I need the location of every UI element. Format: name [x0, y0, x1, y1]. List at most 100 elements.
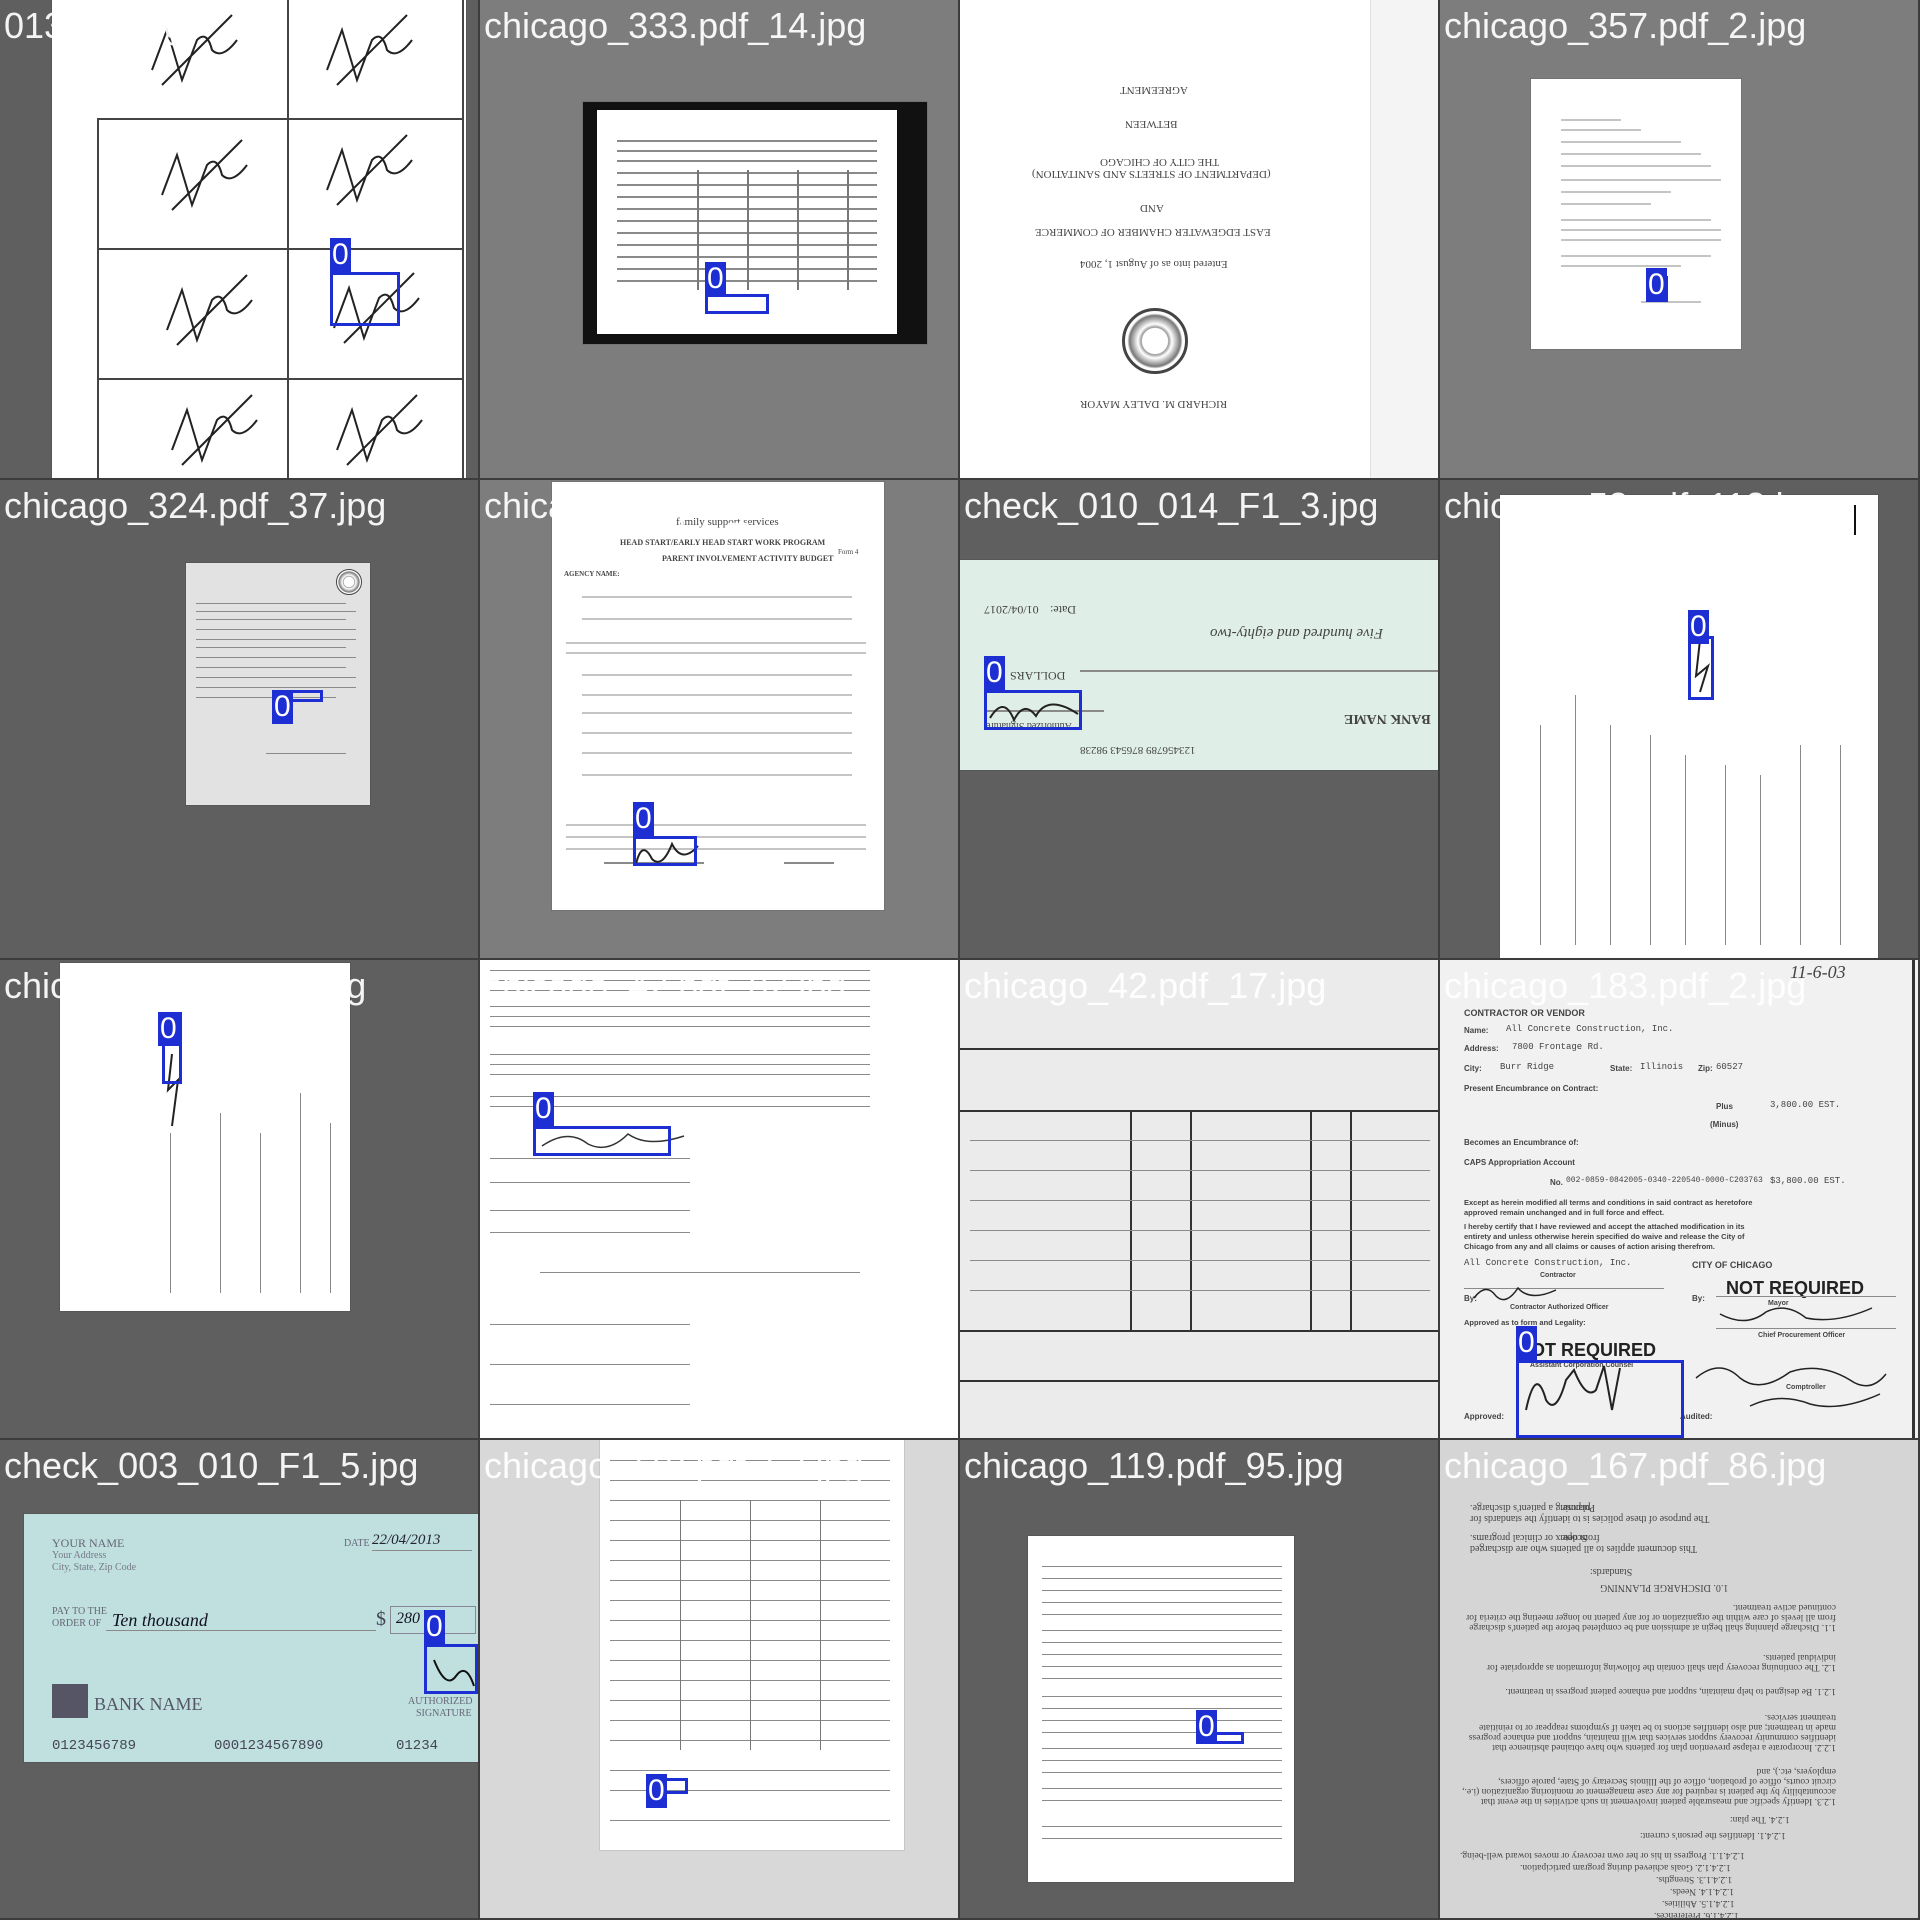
bank-icon — [52, 1684, 88, 1718]
detection-class-label: 0 — [424, 1610, 445, 1644]
image-grid: 013_F1.jpg 0 chicago_333.pdf_14.jpg 0 AG… — [0, 0, 1920, 1920]
agreement-cover-page: AGREEMENT BETWEEN THE CITY OF CHICAGO (D… — [960, 0, 1370, 478]
tile-chicago-42-pdf-2[interactable]: AGREEMENT BETWEEN THE CITY OF CHICAGO (D… — [960, 0, 1438, 478]
detection-box[interactable] — [424, 1644, 478, 1694]
detection-class-label: 0 — [1688, 610, 1709, 644]
paragraph-1-2-1: 1.2.1. Be designed to help maintain, sup… — [1505, 1686, 1836, 1696]
order-of-label: ORDER OF — [52, 1618, 102, 1629]
by-label-2: By: — [1692, 1294, 1705, 1303]
section-heading: 1.0. DISCHARGE PLANNING — [1600, 1582, 1729, 1593]
except-text-2: approved remain unchanged and in full fo… — [1464, 1208, 1665, 1217]
contractor-caption: Contractor — [1540, 1272, 1576, 1279]
purpose-text: The purpose of these policies is to iden… — [1470, 1502, 1710, 1524]
detection-box[interactable] — [984, 690, 1082, 730]
budget-form-page: family support services HEAD START/EARLY… — [552, 482, 884, 910]
tile-chicago-119-pdf-52[interactable]: chicago_119.pdf_52.jpg 0 — [480, 1440, 958, 1918]
paragraph-1-2-4-1-2: 1.2.4.1.2. Goals achieved during program… — [1520, 1862, 1731, 1872]
detection-box[interactable] — [330, 272, 400, 326]
not-required-stamp-2: NOT REQUIRED — [1518, 1340, 1657, 1360]
city-seal — [1122, 308, 1188, 374]
bank-check: Date: 01/04/2017 Five hundred and eighty… — [960, 560, 1438, 770]
check-dollars-label: DOLLARS — [1010, 669, 1066, 683]
detection-box[interactable] — [533, 1126, 671, 1156]
tile-filename: chicago_324.pdf_37.jpg — [4, 485, 387, 526]
contractor-city: Burr Ridge — [1500, 1062, 1555, 1072]
tile-check-010-014-f1-3[interactable]: Date: 01/04/2017 Five hundred and eighty… — [960, 480, 1438, 958]
detection-box[interactable] — [705, 294, 769, 314]
payer-name: YOUR NAME — [52, 1536, 125, 1550]
tile-chicago-333-pdf-14[interactable]: chicago_333.pdf_14.jpg 0 — [480, 0, 958, 478]
payee-written: Ten thousand — [112, 1610, 208, 1630]
paragraph-1-2-2: 1.2.2. Incorporate a relapse prevention … — [1468, 1712, 1836, 1752]
agency-label: AGENCY NAME: — [564, 570, 620, 578]
org-logo: family support services — [676, 516, 779, 528]
tile-check-003-010-f1-5[interactable]: YOUR NAME Your Address City, State, Zip … — [0, 1440, 478, 1918]
check-date-label: Date: — [1050, 603, 1076, 617]
tile-013-f1[interactable]: 013_F1.jpg 0 — [0, 0, 478, 478]
scope-text: This document applies to all patients wh… — [1470, 1532, 1697, 1554]
caps-label: CAPS Appropriation Account — [1464, 1158, 1575, 1167]
paragraph-1-2-4-1-5: 1.2.4.1.5. Abilities. — [1662, 1898, 1735, 1908]
rotated-insurance-certificate — [960, 960, 1438, 1438]
minus-label: (Minus) — [1710, 1120, 1739, 1129]
signature-scribble — [151, 14, 238, 86]
paragraph-1-2-4-1-1: 1.2.4.1.1. Progress in his or her own re… — [1460, 1850, 1745, 1860]
certify-text: I hereby certify that I have reviewed an… — [1464, 1222, 1745, 1231]
letter-page — [186, 563, 370, 805]
rotated-policy-page: Purpose: The purpose of these policies i… — [1440, 1440, 1918, 1918]
detection-class-label: 0 — [633, 802, 654, 836]
tile-chicago-52-pdf-136[interactable]: family support services HEAD START/EARLY… — [480, 480, 958, 958]
rotated-form-page — [1028, 1536, 1294, 1882]
signature-sheet — [52, 0, 466, 478]
detection-class-label: 0 — [330, 238, 351, 272]
tile-chicago-52-pdf-113[interactable]: chicago_52.pdf_113.jpg 0 — [1440, 480, 1918, 958]
signature-scribble — [326, 134, 413, 206]
tile-chicago-42-pdf-17[interactable]: chicago_42.pdf_17.jpg — [960, 960, 1438, 1438]
agreement-and: AND — [1140, 202, 1164, 214]
detection-box[interactable] — [1516, 1360, 1684, 1438]
present-encumbrance-label: Present Encumbrance on Contract: — [1464, 1084, 1599, 1093]
city-label: City: — [1464, 1064, 1482, 1073]
contractor-name: All Concrete Construction, Inc. — [1506, 1024, 1674, 1034]
form-subtitle: PARENT INVOLVEMENT ACTIVITY BUDGET — [662, 554, 834, 563]
rotated-form-page — [1500, 495, 1878, 958]
certify-text-3: Chicago from any and all claims or cause… — [1464, 1242, 1715, 1251]
account-amount: $3,800.00 EST. — [1770, 1176, 1846, 1186]
certify-text-2: entirety and unless otherwise herein spe… — [1464, 1232, 1745, 1241]
detection-class-label: 0 — [646, 1774, 667, 1808]
detection-box[interactable] — [633, 836, 697, 866]
detection-box[interactable] — [1688, 636, 1714, 700]
tile-chicago-183-pdf-2[interactable]: 11-6-03 CONTRACTOR OR VENDOR Name: All C… — [1440, 960, 1918, 1438]
check-amount-words: Five hundred and eighty-two — [1210, 625, 1384, 641]
tile-chicago-119-pdf-95[interactable]: chicago_119.pdf_95.jpg 0 — [960, 1440, 1438, 1918]
cpo-caption: Chief Procurement Officer — [1758, 1332, 1846, 1339]
paragraph-1-1: 1.1. Discharge planning shall begin at a… — [1466, 1602, 1836, 1632]
tile-chicago-324-pdf-37[interactable]: chicago_324.pdf_37.jpg 0 — [0, 480, 478, 958]
contractor-state: Illinois — [1640, 1062, 1684, 1072]
signature-scribble — [171, 394, 258, 466]
approved-label: Approved: — [1464, 1412, 1504, 1421]
micr-check-number: 01234 — [396, 1738, 439, 1754]
form-number: Form 4 — [838, 548, 859, 556]
check-date-label: DATE — [344, 1538, 370, 1549]
check-micr: 123456789 876543 98238 — [1080, 744, 1196, 756]
tile-filename: chicago_333.pdf_14.jpg — [484, 5, 867, 46]
tile-chicago-52-pdf-86[interactable]: chicago_52.pdf_86.jpg 0 — [0, 960, 478, 1438]
contractor-zip: 60527 — [1716, 1062, 1744, 1072]
signature-scribble — [336, 394, 423, 466]
agreement-mayor: RICHARD M. DALEY MAYOR — [1080, 398, 1228, 410]
detection-class-label: 0 — [984, 656, 1005, 690]
detection-class-label: 0 — [158, 1012, 179, 1046]
zip-label: Zip: — [1698, 1064, 1713, 1073]
detection-class-label: 0 — [1196, 1710, 1217, 1744]
contractor-address: 7800 Frontage Rd. — [1512, 1042, 1604, 1052]
check-date: 01/04/2017 — [984, 603, 1039, 617]
tile-chicago-42-pdf-82[interactable]: chicago_42.pdf_82.jpg 0 — [480, 960, 958, 1438]
tile-chicago-167-pdf-86[interactable]: Purpose: The purpose of these policies i… — [1440, 1440, 1918, 1918]
tile-filename: chicago_119.pdf_95.jpg — [964, 1445, 1344, 1486]
tile-chicago-357-pdf-2[interactable]: chicago_357.pdf_2.jpg 0 — [1440, 0, 1918, 478]
signature-scribble — [166, 274, 253, 346]
tile-filename: chicago_357.pdf_2.jpg — [1444, 5, 1807, 46]
signature-scribble — [161, 139, 248, 211]
agreement-between: BETWEEN — [1125, 118, 1178, 130]
